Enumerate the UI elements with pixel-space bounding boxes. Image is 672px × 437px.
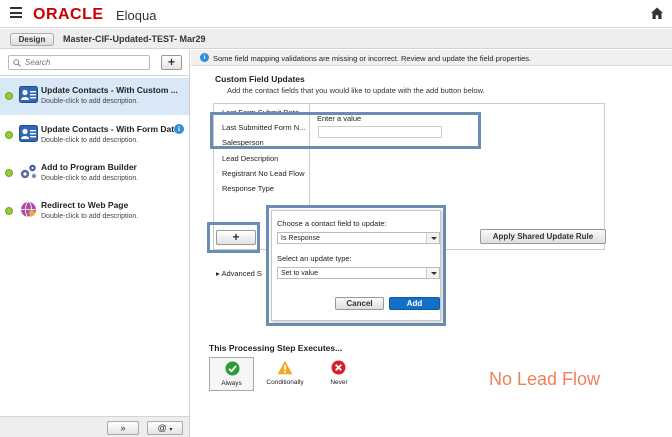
step-item[interactable]: Add to Program Builder Double-click to a… xyxy=(0,155,189,192)
popup-dialog: Choose a contact field to update: Is Res… xyxy=(271,210,441,321)
validation-message: Some field mapping validations are missi… xyxy=(213,54,532,63)
step-list-panel: + Update Contacts - With Custom ... Doub… xyxy=(0,50,190,437)
step-title: Redirect to Web Page xyxy=(41,200,129,210)
cancel-button[interactable]: Cancel xyxy=(335,297,384,310)
chevron-down-icon: ▾ xyxy=(169,427,173,433)
step-description: Double-click to add description. xyxy=(41,175,139,182)
advanced-settings-toggle[interactable]: ▸ Advanced S xyxy=(216,269,262,278)
left-panel-footer: » @ ▾ xyxy=(0,416,189,437)
contact-field-value: Is Response xyxy=(281,234,320,242)
search-field[interactable] xyxy=(8,55,150,70)
execute-conditionally-option[interactable]: Conditionally xyxy=(260,357,310,391)
top-bar: ORACLE Eloqua xyxy=(0,0,672,28)
add-button[interactable]: Add xyxy=(389,297,440,310)
step-item[interactable]: Update Contacts - With Form Data i Doubl… xyxy=(0,117,189,154)
option-label: Conditionally xyxy=(266,379,304,386)
at-icon: @ xyxy=(157,423,167,433)
step-item[interactable]: Update Contacts - With Custom ... Double… xyxy=(0,78,189,115)
warning-triangle-icon xyxy=(277,360,293,375)
field-item[interactable]: Response Type xyxy=(222,184,274,193)
highlight-frame xyxy=(210,112,481,149)
option-label: Always xyxy=(221,380,242,387)
chevron-down-icon xyxy=(426,268,439,278)
section-subtitle: Add the contact fields that you would li… xyxy=(227,86,485,95)
update-type-select[interactable]: Set to value xyxy=(277,267,440,279)
redirect-web-icon xyxy=(21,201,36,218)
step-title: Add to Program Builder xyxy=(41,162,137,172)
at-menu-button[interactable]: @ ▾ xyxy=(147,421,183,435)
info-icon[interactable]: i xyxy=(174,124,184,134)
product-name: Eloqua xyxy=(116,8,157,23)
execute-never-option[interactable]: Never xyxy=(319,357,359,391)
option-label: Never xyxy=(330,379,348,386)
program-name: Master-CIF-Updated-TEST- Mar29 xyxy=(63,34,206,44)
checkmark-circle-icon xyxy=(225,361,240,376)
status-dot xyxy=(5,92,13,100)
step-item[interactable]: Redirect to Web Page Double-click to add… xyxy=(0,193,189,230)
highlight-frame xyxy=(207,222,260,253)
field-item[interactable]: Registrant No Lead Flow xyxy=(222,169,305,178)
hamburger-menu-icon[interactable] xyxy=(10,7,22,19)
expand-button[interactable]: » xyxy=(107,421,139,435)
apply-shared-update-rule-button[interactable]: Apply Shared Update Rule xyxy=(480,229,606,244)
divider xyxy=(0,75,189,76)
add-field-popup: Choose a contact field to update: Is Res… xyxy=(266,205,446,326)
update-contacts-icon xyxy=(19,86,38,103)
annotation-label: No Lead Flow xyxy=(489,369,601,389)
canvas-toolbar: Design Master-CIF-Updated-TEST- Mar29 xyxy=(0,29,672,49)
x-circle-icon xyxy=(331,360,346,375)
status-dot xyxy=(5,207,13,215)
step-title: Update Contacts - With Form Data xyxy=(41,124,179,134)
chevron-down-icon xyxy=(426,233,439,243)
step-title: Update Contacts - With Custom ... xyxy=(41,85,178,95)
step-description: Double-click to add description. xyxy=(41,137,139,144)
contact-field-select[interactable]: Is Response xyxy=(277,232,440,244)
search-input[interactable] xyxy=(25,57,145,68)
program-builder-icon xyxy=(20,164,37,179)
info-icon: i xyxy=(200,53,209,62)
step-description: Double-click to add description. xyxy=(41,98,139,105)
contact-field-label: Choose a contact field to update: xyxy=(277,219,387,228)
add-step-button[interactable]: + xyxy=(161,55,182,70)
execution-title: This Processing Step Executes... xyxy=(209,343,343,353)
advanced-settings-label: Advanced S xyxy=(221,269,262,278)
search-icon xyxy=(13,59,21,67)
step-description: Double-click to add description. xyxy=(41,213,139,220)
design-button[interactable]: Design xyxy=(10,33,54,46)
section-title: Custom Field Updates xyxy=(215,74,305,84)
update-contacts-icon xyxy=(19,125,38,142)
status-dot xyxy=(5,131,13,139)
field-item[interactable]: Lead Description xyxy=(222,154,278,163)
status-dot xyxy=(5,169,13,177)
caret-right-icon: ▸ xyxy=(216,269,220,278)
execute-always-option[interactable]: Always xyxy=(209,357,254,391)
update-type-label: Select an update type: xyxy=(277,254,352,263)
home-icon[interactable] xyxy=(650,6,664,20)
brand-logo: ORACLE xyxy=(33,6,104,23)
update-type-value: Set to value xyxy=(281,269,318,277)
validation-message-bar: i Some field mapping validations are mis… xyxy=(191,50,672,66)
